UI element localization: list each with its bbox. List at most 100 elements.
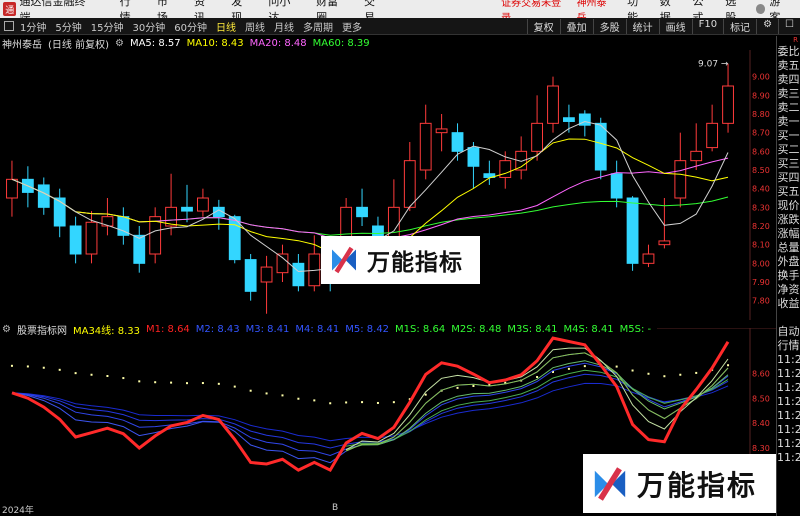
- side-panel-item: 委比: [777, 45, 800, 58]
- settings-icon[interactable]: ⚙: [2, 324, 11, 335]
- price-tick-label: 8.00: [752, 259, 770, 268]
- candle-body: [547, 85, 559, 124]
- price-tick-label: 8.70: [752, 129, 770, 138]
- period-more[interactable]: 更多: [342, 19, 362, 34]
- brand-logo-icon: [332, 246, 356, 274]
- window-icon[interactable]: ☐: [778, 18, 800, 34]
- brand-logo-icon: [594, 466, 626, 501]
- price-tick-label: 8.30: [752, 203, 770, 212]
- side-panel-item: 11:2: [777, 381, 800, 394]
- ma34-dot: [265, 392, 268, 395]
- candle-body: [594, 122, 607, 171]
- candle-body: [292, 262, 305, 287]
- quote-side-panel: R 委比 卖五 卖四 卖三 卖二 卖一 买一 买二 买三 买四 买五 现价 涨跌 涨幅 总量 外盘 换手 净资 收益…: [776, 36, 800, 516]
- period-5min[interactable]: 5分钟: [55, 19, 81, 34]
- side-panel-item: 总量: [777, 241, 800, 254]
- adjust-button[interactable]: 复权: [526, 18, 560, 34]
- right-axis-label: R: [793, 36, 798, 44]
- price-tick-label: 9.00: [752, 73, 770, 82]
- candle-body: [69, 225, 82, 255]
- layout-icon[interactable]: [4, 21, 14, 31]
- ma34-dot: [26, 365, 29, 368]
- indicator-label: M2S: 8.48: [451, 323, 502, 335]
- period-1min[interactable]: 1分钟: [20, 19, 46, 34]
- candle-body: [563, 117, 575, 122]
- multi-stock-button[interactable]: 多股: [592, 18, 626, 34]
- price-tick-label: 8.80: [752, 110, 770, 119]
- side-panel-item: 11:2: [777, 437, 800, 450]
- price-tick-label: 8.10: [752, 241, 770, 250]
- side-panel-item: 收益: [777, 297, 800, 310]
- indicator-legend: ⚙ 股票指标网 MA34线: 8.33 M1: 8.64 M2: 8.43 M3…: [0, 322, 658, 337]
- ma34-dot: [281, 394, 284, 397]
- draw-button[interactable]: 画线: [658, 18, 692, 34]
- stats-button[interactable]: 统计: [625, 18, 659, 34]
- user-icon[interactable]: [755, 4, 766, 14]
- ma34-dot: [42, 366, 45, 369]
- ma34-dot: [138, 380, 141, 383]
- price-tick-label: 8.60: [752, 147, 770, 156]
- ma34-dot: [615, 365, 618, 368]
- ma34-dot: [567, 367, 570, 370]
- ma34-dot: [695, 371, 698, 374]
- period-daily[interactable]: 日线: [216, 19, 236, 34]
- ma5-label: MA5: 8.57: [129, 37, 181, 49]
- indicator-blue-line: [11, 352, 729, 464]
- side-panel-item: 买一: [777, 129, 800, 142]
- side-panel-item: 买二: [777, 143, 800, 156]
- ma34-dot: [345, 401, 348, 404]
- side-panel-item: 现价: [777, 199, 800, 212]
- settings-icon[interactable]: ⚙: [756, 18, 778, 34]
- main-chart-legend: 神州泰岳 (日线 前复权) ⚙ MA5: 8.57 MA10: 8.43 MA2…: [0, 36, 376, 51]
- mark-button[interactable]: 标记: [723, 18, 756, 34]
- candle-body: [244, 259, 257, 292]
- period-60min[interactable]: 60分钟: [174, 19, 207, 34]
- chart-mode: (日线 前复权): [48, 39, 109, 51]
- side-panel-item: 涨跌: [777, 213, 800, 226]
- period-multi[interactable]: 多周期: [303, 19, 333, 34]
- indicator-label: MA34线: 8.33: [72, 325, 140, 337]
- candle-body: [6, 178, 18, 199]
- period-30min[interactable]: 30分钟: [132, 19, 165, 34]
- candle-body: [133, 234, 146, 264]
- candle-body: [85, 221, 98, 255]
- candle-body: [435, 128, 448, 134]
- candle-body: [197, 197, 209, 212]
- period-monthly[interactable]: 月线: [274, 19, 294, 34]
- candle-body: [53, 197, 66, 227]
- ma34-dot: [631, 369, 634, 372]
- indicator-label: M4: 8.41: [295, 323, 340, 335]
- candle-body: [37, 184, 50, 208]
- indicator-label: M5S: -: [619, 323, 652, 335]
- ma34-dot: [186, 382, 188, 385]
- price-tick-label: 8.50: [752, 166, 770, 175]
- period-15min[interactable]: 15分钟: [91, 19, 124, 34]
- f10-button[interactable]: F10: [691, 18, 723, 34]
- indicator-label: M3: 8.41: [245, 323, 290, 335]
- candle-body: [658, 240, 671, 246]
- side-panel-item: 换手: [777, 269, 800, 282]
- side-panel-item: 净资: [777, 283, 800, 296]
- ma34-dot: [217, 382, 220, 385]
- ma34-dot: [456, 386, 459, 389]
- side-panel-item: 卖五: [777, 59, 800, 72]
- ma34-dot: [10, 364, 13, 367]
- price-tick-label: 7.80: [752, 297, 770, 306]
- settings-icon[interactable]: ⚙: [115, 38, 124, 49]
- candle-body: [276, 253, 289, 274]
- ma34-dot: [122, 377, 125, 380]
- overlay-button[interactable]: 叠加: [559, 18, 593, 34]
- indicator-label: M1S: 8.64: [395, 323, 446, 335]
- price-tick-label: 7.90: [752, 278, 770, 287]
- indicator-label: M1: 8.64: [145, 323, 190, 335]
- ma34-dot: [90, 373, 93, 376]
- side-panel-item: 11:2: [777, 367, 800, 380]
- ma60-label: MA60: 8.39: [312, 37, 370, 49]
- ma34-dot: [233, 385, 236, 388]
- candle-body: [451, 132, 464, 152]
- indicator-red-line: [11, 336, 730, 473]
- menu-bar: 通 通达信金融终端 行情 市场 资讯 发现 问小达 财富圈 交易 证券交易未登录…: [0, 0, 800, 24]
- period-weekly[interactable]: 周线: [245, 19, 265, 34]
- indicator-tick-label: 8.30: [752, 444, 770, 453]
- candle-body: [642, 253, 655, 264]
